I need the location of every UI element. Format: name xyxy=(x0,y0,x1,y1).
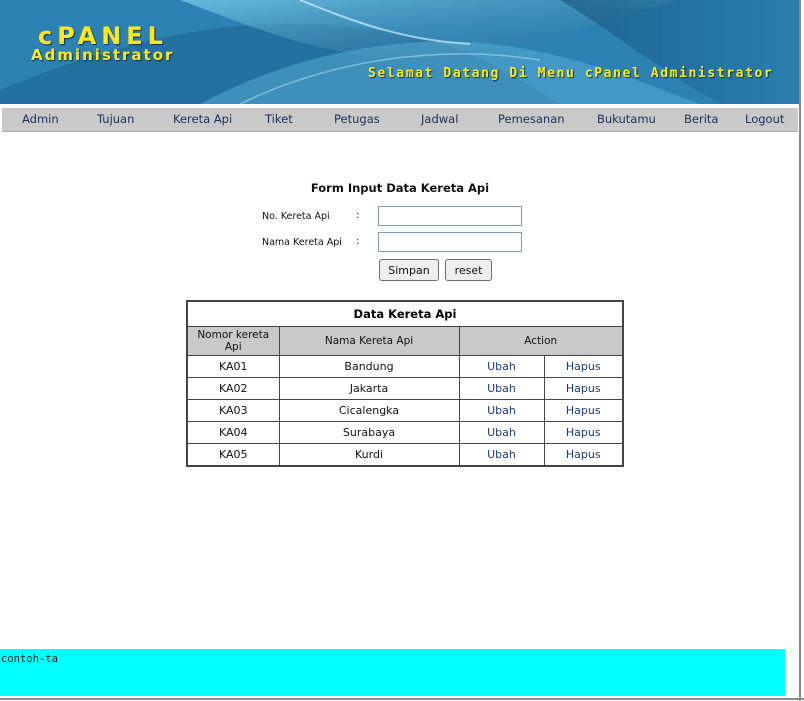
table-row: KA04 Surabaya Ubah Hapus xyxy=(186,421,624,444)
column-header-nomor: Nomor kereta Api xyxy=(186,326,280,356)
no-kereta-input[interactable] xyxy=(378,206,522,226)
form-title: Form Input Data Kereta Api xyxy=(310,181,490,195)
table-caption: Data Kereta Api xyxy=(186,300,624,327)
no-kereta-label: No. Kereta Api xyxy=(262,211,330,222)
ubah-link[interactable]: Ubah xyxy=(487,426,516,439)
nav-item-berita[interactable]: Berita xyxy=(684,112,718,126)
simpan-button[interactable]: Simpan xyxy=(379,259,439,281)
cell-nomor: KA02 xyxy=(186,377,280,400)
nav-item-petugas[interactable]: Petugas xyxy=(334,112,380,126)
table-row: KA02 Jakarta Ubah Hapus xyxy=(186,377,624,400)
nav-item-logout[interactable]: Logout xyxy=(745,112,784,126)
table-row: KA05 Kurdi Ubah Hapus xyxy=(186,443,624,467)
nama-kereta-colon: : xyxy=(356,236,360,247)
table-row: KA01 Bandung Ubah Hapus xyxy=(186,355,624,378)
cell-nomor: KA04 xyxy=(186,421,280,444)
hapus-link[interactable]: Hapus xyxy=(566,448,601,461)
cell-nama: Jakarta xyxy=(278,377,460,400)
hapus-link[interactable]: Hapus xyxy=(566,404,601,417)
footer-text: contoh-ta xyxy=(1,653,58,665)
cell-nomor: KA03 xyxy=(186,399,280,422)
cell-nama: Surabaya xyxy=(278,421,460,444)
nav-item-tujuan[interactable]: Tujuan xyxy=(97,112,134,126)
no-kereta-colon: : xyxy=(356,210,360,221)
cell-nomor: KA01 xyxy=(186,355,280,378)
nav-item-bukutamu[interactable]: Bukutamu xyxy=(597,112,656,126)
cell-nomor: KA05 xyxy=(186,443,280,467)
nav-item-kereta-api[interactable]: Kereta Api xyxy=(173,112,232,126)
hapus-link[interactable]: Hapus xyxy=(566,360,601,373)
ubah-link[interactable]: Ubah xyxy=(487,404,516,417)
hapus-link[interactable]: Hapus xyxy=(566,382,601,395)
nama-kereta-label: Nama Kereta Api xyxy=(262,237,342,248)
table-row: KA03 Cicalengka Ubah Hapus xyxy=(186,399,624,422)
cell-nama: Cicalengka xyxy=(278,399,460,422)
window-frame-bottom xyxy=(0,698,804,700)
ubah-link[interactable]: Ubah xyxy=(487,360,516,373)
ubah-link[interactable]: Ubah xyxy=(487,448,516,461)
reset-button[interactable]: reset xyxy=(445,259,492,281)
cell-nama: Kurdi xyxy=(278,443,460,467)
nav-item-tiket[interactable]: Tiket xyxy=(265,112,293,126)
ubah-link[interactable]: Ubah xyxy=(487,382,516,395)
window-frame-right xyxy=(799,0,801,701)
kereta-api-table: Data Kereta Api Nomor kereta Api Nama Ke… xyxy=(186,300,624,467)
column-header-action: Action xyxy=(458,326,624,356)
nav-item-pemesanan[interactable]: Pemesanan xyxy=(498,112,565,126)
nav-item-admin[interactable]: Admin xyxy=(22,112,59,126)
brand-subtitle: Administrator xyxy=(31,46,175,64)
welcome-message: Selamat Datang Di Menu cPanel Administra… xyxy=(368,66,774,81)
footer-bar: contoh-ta xyxy=(0,649,785,696)
nama-kereta-input[interactable] xyxy=(378,232,522,252)
column-header-nama: Nama Kereta Api xyxy=(278,326,460,356)
nav-item-jadwal[interactable]: Jadwal xyxy=(421,112,458,126)
main-nav: Admin Tujuan Kereta Api Tiket Petugas Ja… xyxy=(2,108,798,132)
cell-nama: Bandung xyxy=(278,355,460,378)
hapus-link[interactable]: Hapus xyxy=(566,426,601,439)
header-banner: cPANEL Administrator Selamat Datang Di M… xyxy=(0,0,800,104)
